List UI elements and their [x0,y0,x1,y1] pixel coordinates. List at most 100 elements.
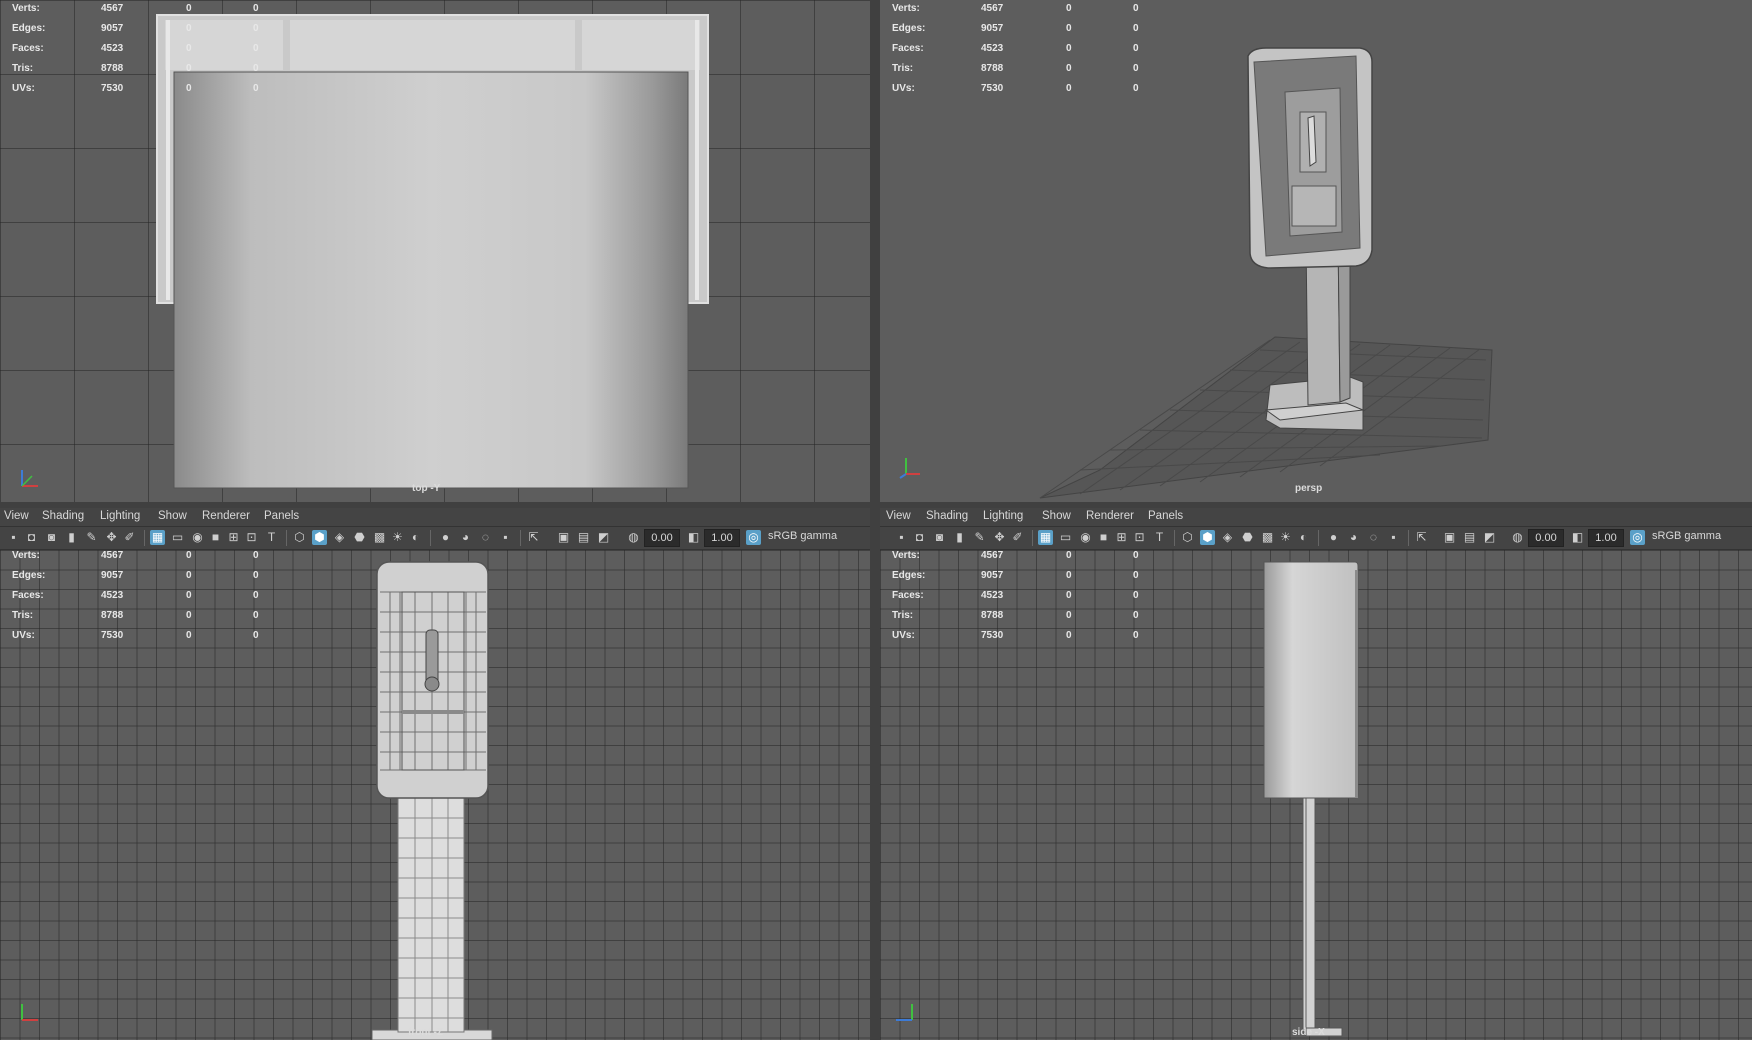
menu-shading[interactable]: Shading [42,510,84,522]
menu-lighting[interactable]: Lighting [100,510,140,522]
exposure-field[interactable]: 0.00 [1528,529,1564,547]
smooth-shade-icon[interactable]: ⬢ [1200,530,1215,545]
depth-of-field-icon[interactable]: ▪ [1386,530,1401,545]
stats-row-edges: Edges: 9057 0 0 [892,570,1139,581]
textured-icon[interactable]: ⬣ [352,530,367,545]
stats-row-tris: Tris: 8788 0 0 [892,610,1139,621]
toolbar-separator [286,530,287,546]
viewport-divider-vertical[interactable] [870,0,880,1040]
safe-action-icon[interactable]: ⊡ [244,530,259,545]
gate-mask-icon[interactable]: ■ [208,530,223,545]
xray-components-icon[interactable]: ◩ [596,530,611,545]
menu-show[interactable]: Show [158,510,187,522]
menu-panels[interactable]: Panels [264,510,299,522]
motion-blur-icon[interactable]: ◕ [458,530,473,545]
grid-toggle-icon[interactable]: ▦ [1038,530,1053,545]
wireframe-on-shaded-icon[interactable]: ◈ [332,530,347,545]
toolbar-separator [520,530,521,546]
isolate-select-icon[interactable]: ⇱ [526,530,541,545]
xray-icon[interactable]: ▣ [556,530,571,545]
2d-pan-icon[interactable]: ✥ [104,530,119,545]
viewport-side[interactable]: Verts: 4567 0 0 Edges: 9057 0 0 Faces: 4523 0 0 T… [880,550,1752,1040]
film-gate-icon[interactable]: ▭ [1058,530,1073,545]
xray-components-icon[interactable]: ◩ [1482,530,1497,545]
camera-attributes-icon[interactable]: ◘ [912,530,927,545]
wireframe-icon[interactable]: ⬡ [292,530,307,545]
film-gate-icon[interactable]: ▭ [170,530,185,545]
anti-aliasing-icon[interactable]: ◌ [478,530,493,545]
anti-aliasing-icon[interactable]: ◌ [1366,530,1381,545]
xray-icon[interactable]: ▣ [1442,530,1457,545]
exposure-icon[interactable]: ◍ [1510,530,1525,545]
2d-pan-icon[interactable]: ✥ [992,530,1007,545]
color-management-icon[interactable]: ◎ [1630,530,1645,545]
colorspace-label[interactable]: sRGB gamma [768,530,837,542]
camera-label: persp [1295,483,1323,494]
pencil-icon[interactable]: ✐ [122,530,137,545]
menu-panels[interactable]: Panels [1148,510,1183,522]
resolution-gate-icon[interactable]: ◉ [1078,530,1093,545]
grid-toggle-icon[interactable]: ▦ [150,530,165,545]
menu-view[interactable]: View [886,510,911,522]
shadows-icon[interactable]: ◐ [1296,530,1311,545]
xray-joints-icon[interactable]: ▤ [1462,530,1477,545]
axis-gizmo-icon [896,1004,913,1021]
checker-icon[interactable]: ▩ [372,530,387,545]
menu-view[interactable]: View [4,510,29,522]
lights-icon[interactable]: ☀ [1278,530,1293,545]
viewport-persp[interactable]: Verts: 4567 0 0 Edges: 9057 0 0 Faces: 4523 0 0 T… [880,0,1752,502]
colorspace-label[interactable]: sRGB gamma [1652,530,1721,542]
grease-pencil-icon[interactable]: ✎ [972,530,987,545]
checker-icon[interactable]: ▩ [1260,530,1275,545]
camera-select-icon[interactable]: ▪ [6,530,21,545]
pencil-icon[interactable]: ✐ [1010,530,1025,545]
exposure-icon[interactable]: ◍ [626,530,641,545]
stats-row-uvs: UVs: 7530 0 0 [892,630,1139,641]
gamma-icon[interactable]: ◧ [1570,530,1585,545]
image-plane-icon[interactable]: ▮ [952,530,967,545]
image-plane-icon[interactable]: ▮ [64,530,79,545]
field-chart-icon[interactable]: ⊞ [226,530,241,545]
safe-title-icon[interactable]: T [1152,530,1167,545]
toolbar-separator [1318,530,1319,546]
viewport-top[interactable]: Verts: 4567 0 0 Edges: 9057 0 0 Faces: 4523 0 0 T… [0,0,870,502]
viewport-front[interactable]: Verts: 4567 0 0 Edges: 9057 0 0 Faces: 4523 0 0 T… [0,550,870,1040]
menu-renderer[interactable]: Renderer [202,510,250,522]
safe-title-icon[interactable]: T [264,530,279,545]
depth-of-field-icon[interactable]: ▪ [498,530,513,545]
axis-gizmo-icon [899,458,920,479]
stats-row-faces: Faces: 4523 0 0 [12,590,259,601]
field-chart-icon[interactable]: ⊞ [1114,530,1129,545]
wireframe-on-shaded-icon[interactable]: ◈ [1220,530,1235,545]
bookmark-icon[interactable]: ◙ [44,530,59,545]
wireframe-icon[interactable]: ⬡ [1180,530,1195,545]
ambient-occlusion-icon[interactable]: ● [1326,530,1341,545]
menu-lighting[interactable]: Lighting [983,510,1023,522]
camera-select-icon[interactable]: ▪ [894,530,909,545]
resolution-gate-icon[interactable]: ◉ [190,530,205,545]
camera-label: front -Z [408,1027,443,1038]
menu-show[interactable]: Show [1042,510,1071,522]
exposure-field[interactable]: 0.00 [644,529,680,547]
stats-row-uvs: UVs: 7530 0 0 [892,83,1139,94]
xray-joints-icon[interactable]: ▤ [576,530,591,545]
stats-row-tris: Tris: 8788 0 0 [892,63,1139,74]
color-management-icon[interactable]: ◎ [746,530,761,545]
gate-mask-icon[interactable]: ■ [1096,530,1111,545]
lights-icon[interactable]: ☀ [390,530,405,545]
gamma-field[interactable]: 1.00 [1588,529,1624,547]
bookmark-icon[interactable]: ◙ [932,530,947,545]
safe-action-icon[interactable]: ⊡ [1132,530,1147,545]
camera-attributes-icon[interactable]: ◘ [24,530,39,545]
menu-shading[interactable]: Shading [926,510,968,522]
motion-blur-icon[interactable]: ◕ [1346,530,1361,545]
textured-icon[interactable]: ⬣ [1240,530,1255,545]
smooth-shade-icon[interactable]: ⬢ [312,530,327,545]
grease-pencil-icon[interactable]: ✎ [84,530,99,545]
isolate-select-icon[interactable]: ⇱ [1414,530,1429,545]
menu-renderer[interactable]: Renderer [1086,510,1134,522]
shadows-icon[interactable]: ◐ [408,530,423,545]
gamma-field[interactable]: 1.00 [704,529,740,547]
gamma-icon[interactable]: ◧ [686,530,701,545]
ambient-occlusion-icon[interactable]: ● [438,530,453,545]
